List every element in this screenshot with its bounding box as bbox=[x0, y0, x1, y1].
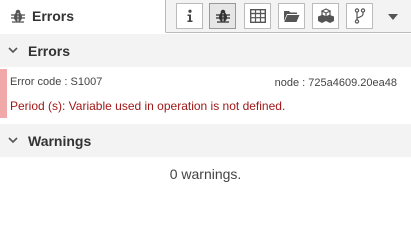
errors-button[interactable] bbox=[209, 3, 236, 29]
caret-down-icon bbox=[388, 7, 398, 25]
error-node-link[interactable]: node : 725a4609.20ea48 bbox=[275, 77, 397, 89]
packages-button[interactable] bbox=[312, 3, 339, 29]
error-item[interactable]: Error code : S1007 node : 725a4609.20ea4… bbox=[0, 69, 411, 118]
cubes-icon bbox=[317, 8, 335, 24]
warnings-empty-message: 0 warnings. bbox=[169, 166, 242, 182]
sidebar-tab-bar: Errors bbox=[0, 0, 411, 33]
warnings-section-title: Warnings bbox=[28, 132, 92, 149]
warnings-section-header[interactable]: Warnings bbox=[0, 124, 411, 157]
git-button[interactable] bbox=[346, 3, 373, 29]
folder-button[interactable] bbox=[278, 3, 305, 29]
chevron-down-icon bbox=[8, 137, 22, 144]
sidebar-menu-button[interactable] bbox=[380, 3, 406, 29]
branch-icon bbox=[354, 8, 366, 24]
error-message: Period (s): Variable used in operation i… bbox=[10, 99, 286, 113]
errors-section-header[interactable]: Errors bbox=[0, 34, 411, 67]
info-icon bbox=[184, 9, 196, 23]
table-button[interactable] bbox=[244, 3, 271, 29]
errors-section-title: Errors bbox=[28, 42, 71, 59]
tab-errors[interactable]: Errors bbox=[0, 0, 166, 33]
chevron-down-icon bbox=[8, 47, 22, 54]
tab-errors-label: Errors bbox=[32, 8, 75, 24]
error-indicator-bar bbox=[0, 69, 7, 118]
info-button[interactable] bbox=[176, 3, 203, 29]
table-icon bbox=[249, 9, 266, 23]
folder-open-icon bbox=[283, 9, 300, 23]
bug-icon bbox=[10, 8, 26, 24]
error-code: Error code : S1007 bbox=[10, 76, 103, 88]
bug-icon bbox=[215, 8, 231, 24]
